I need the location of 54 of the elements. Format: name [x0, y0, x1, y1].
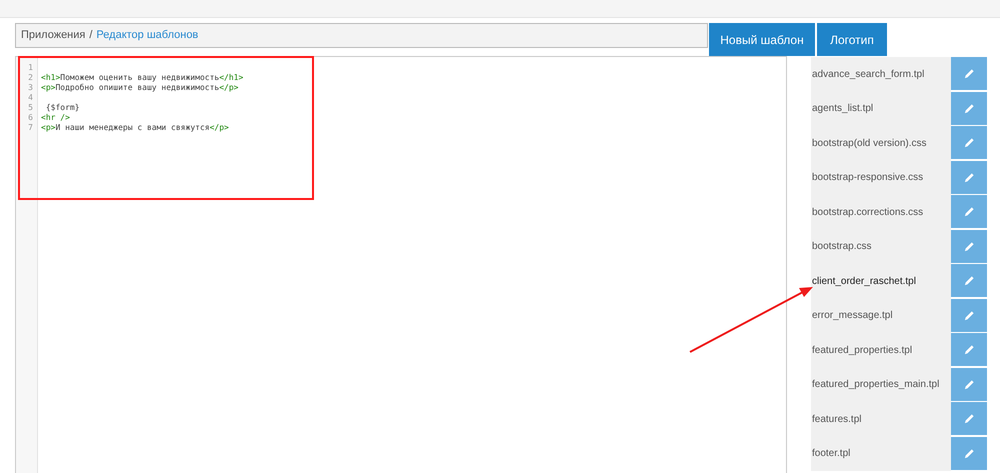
toolbar-button[interactable]: Новый шаблон	[709, 23, 815, 56]
breadcrumb-separator: /	[89, 28, 92, 44]
pencil-icon	[964, 68, 974, 79]
file-item[interactable]: client_order_raschet.tpl	[811, 264, 951, 298]
file-item[interactable]: bootstrap.corrections.css	[811, 195, 951, 230]
edit-button[interactable]	[951, 298, 987, 332]
code-line: <h1>Поможем оценить вашу недвижимость</h1>	[41, 73, 244, 82]
code-editor[interactable]: 1 2 3 4 5 6 7 <h1>Поможем оценить вашу недвижимость</h1> <p>Подробно опишите вашу недвижимость</p> {$form} <hr /> <p>И наши менеджеры с вами свяжутся</p>	[15, 56, 787, 473]
line-number: 5	[27, 103, 34, 113]
edit-button[interactable]	[951, 402, 987, 435]
file-item[interactable]: bootstrap.css	[811, 230, 951, 264]
file-item[interactable]: featured_properties.tpl	[811, 333, 951, 368]
line-number: 3	[27, 83, 34, 93]
pencil-icon	[964, 378, 974, 390]
file-item[interactable]: bootstrap(old version).css	[811, 126, 951, 160]
file-item[interactable]: agents_list.tpl	[811, 92, 951, 126]
edit-button[interactable]	[951, 368, 987, 400]
edit-button[interactable]	[951, 333, 987, 366]
breadcrumb-current[interactable]: Редактор шаблонов	[96, 27, 198, 44]
code-line: <p>Подробно опишите вашу недвижимость</p>	[41, 83, 238, 92]
code-line: <hr />	[41, 113, 70, 122]
edit-button[interactable]	[951, 92, 987, 124]
line-number: 7	[27, 123, 34, 133]
pencil-icon	[964, 172, 974, 182]
line-number: 1	[27, 63, 34, 73]
edit-button[interactable]	[951, 160, 987, 194]
code-line: {$form}	[44, 103, 80, 112]
edit-button[interactable]	[951, 436, 987, 470]
toolbar-button[interactable]: Логотип	[817, 23, 887, 56]
edit-button[interactable]	[951, 230, 987, 262]
pencil-icon	[964, 137, 974, 148]
code-line: <p>И наши менеджеры с вами свяжутся</p>	[41, 123, 229, 132]
pencil-icon	[964, 102, 974, 114]
pencil-icon	[964, 344, 974, 355]
file-item[interactable]: featured_properties_main.tpl	[811, 368, 951, 402]
pencil-icon	[964, 240, 974, 252]
edit-button[interactable]	[951, 195, 987, 228]
file-item[interactable]: bootstrap-responsive.css	[811, 160, 951, 195]
line-number: 2	[27, 73, 34, 83]
file-item[interactable]: error_message.tpl	[811, 298, 951, 333]
line-number: 6	[27, 113, 34, 123]
edit-button[interactable]	[951, 264, 987, 297]
pencil-icon	[964, 275, 974, 286]
pencil-icon	[964, 413, 974, 424]
file-item[interactable]: advance_search_form.tpl	[811, 57, 951, 92]
line-number: 4	[27, 93, 34, 103]
breadcrumb-parent[interactable]: Приложения	[21, 27, 86, 44]
pencil-icon	[964, 206, 974, 217]
edit-button[interactable]	[951, 126, 987, 159]
file-item[interactable]: features.tpl	[811, 402, 951, 436]
pencil-icon	[964, 448, 974, 458]
edit-button[interactable]	[951, 57, 987, 90]
pencil-icon	[964, 310, 974, 320]
file-item[interactable]: footer.tpl	[811, 436, 951, 471]
